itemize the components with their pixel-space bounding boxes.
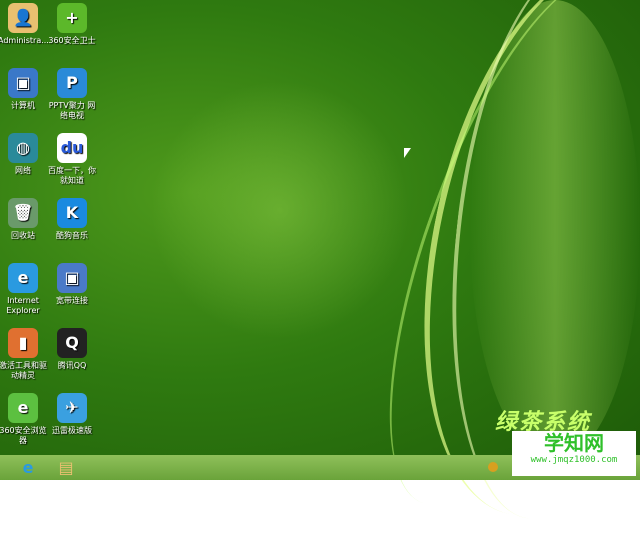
app-icon: 👤 bbox=[8, 3, 38, 33]
desktop-icon[interactable]: 🗑 回收站 bbox=[0, 198, 48, 241]
desktop-icon[interactable]: e 360安全浏览器 bbox=[0, 393, 48, 446]
desktop-icon[interactable]: 👤 Administra... bbox=[0, 3, 49, 46]
desktop-icon-label: 网络 bbox=[15, 166, 31, 175]
mouse-cursor-icon bbox=[404, 148, 411, 158]
desktop-icon-label: 宽带连接 bbox=[56, 296, 88, 305]
desktop-icon[interactable]: ▣ 宽带连接 bbox=[47, 263, 97, 306]
app-icon: ▣ bbox=[57, 263, 87, 293]
desktop-icon[interactable]: K 酷狗音乐 bbox=[47, 198, 97, 241]
desktop-icon[interactable]: du 百度一下，你就知道 bbox=[47, 133, 97, 186]
app-icon: ▣ bbox=[8, 68, 38, 98]
watermark-url: www.jmqz1000.com bbox=[530, 455, 618, 465]
app-icon: e bbox=[8, 393, 38, 423]
taskbar-file-explorer-icon[interactable]: ▤ bbox=[55, 457, 77, 477]
desktop-icon[interactable]: +360安全卫士 bbox=[47, 3, 97, 46]
desktop-icon-label: PPTV聚力 网络电视 bbox=[48, 101, 96, 120]
tray-icon[interactable] bbox=[488, 462, 498, 472]
app-icon: + bbox=[57, 3, 87, 33]
desktop-icon[interactable]: ▮ 激活工具和驱动精灵 bbox=[0, 328, 48, 381]
desktop-icon[interactable]: ✈ 迅雷极速版 bbox=[47, 393, 97, 436]
desktop-icon-label: 腾讯QQ bbox=[57, 361, 87, 370]
wallpaper-light bbox=[470, 0, 640, 460]
desktop-icon[interactable]: Q 腾讯QQ bbox=[47, 328, 97, 371]
app-icon: 🗑 bbox=[8, 198, 38, 228]
app-icon: P bbox=[57, 68, 87, 98]
app-icon: e bbox=[8, 263, 38, 293]
app-icon: Q bbox=[57, 328, 87, 358]
app-icon: ◍ bbox=[8, 133, 38, 163]
taskbar-internet-explorer-icon[interactable]: e bbox=[17, 457, 39, 477]
app-icon: ✈ bbox=[57, 393, 87, 423]
watermark: 学知网 www.jmqz1000.com bbox=[512, 431, 636, 476]
desktop-icon-label: 百度一下，你就知道 bbox=[48, 166, 96, 185]
desktop-icon-label: Administra... bbox=[0, 36, 49, 45]
desktop-icon-label: 激活工具和驱动精灵 bbox=[0, 361, 47, 380]
watermark-title: 学知网 bbox=[544, 431, 604, 455]
desktop-icon-label: 360安全浏览器 bbox=[0, 426, 47, 445]
app-icon: du bbox=[57, 133, 87, 163]
desktop-icon[interactable]: e Internet Explorer bbox=[0, 263, 48, 316]
desktop-icon[interactable]: ◍ 网络 bbox=[0, 133, 48, 176]
desktop-icon-label: 酷狗音乐 bbox=[56, 231, 88, 240]
desktop-icon-label: 回收站 bbox=[11, 231, 35, 240]
desktop-icon-label: 迅雷极速版 bbox=[52, 426, 92, 435]
desktop-icon-label: 计算机 bbox=[11, 101, 35, 110]
app-icon: K bbox=[57, 198, 87, 228]
app-icon: ▮ bbox=[8, 328, 38, 358]
wallpaper-glow bbox=[150, 80, 410, 340]
desktop-icon[interactable]: P PPTV聚力 网络电视 bbox=[47, 68, 97, 121]
desktop-icon-label: 360安全卫士 bbox=[48, 36, 96, 45]
desktop-icon-label: Internet Explorer bbox=[6, 296, 40, 315]
desktop-icon[interactable]: ▣ 计算机 bbox=[0, 68, 48, 111]
